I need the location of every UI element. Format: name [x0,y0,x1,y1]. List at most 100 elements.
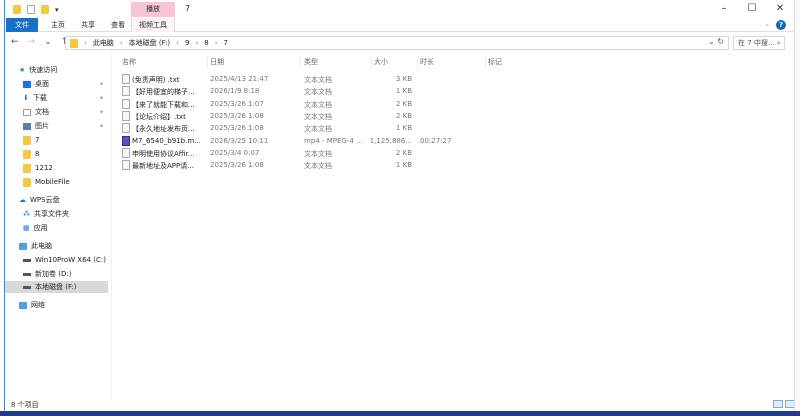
pictures-icon [23,122,31,130]
file-size: 2 KB [395,148,412,157]
column-type[interactable]: 类型 [304,57,372,69]
contextual-tab-play: 播放 [131,2,175,17]
pin-icon[interactable]: ✦ [99,81,104,88]
sidebar-item-folder-1212[interactable]: 1212 [5,162,108,174]
help-icon[interactable]: ? [776,20,786,30]
file-type: 文本文档 [304,112,332,121]
column-date[interactable]: 日期 [210,57,300,69]
file-date: 2025/4/13 21:47 [210,75,269,83]
sidebar-item-label: 1212 [35,164,53,172]
file-size: 1 KB [395,161,412,170]
sidebar-item-desktop[interactable]: 桌面 ✦ [5,78,108,90]
breadcrumb-separator: › [195,39,199,47]
text-file-icon [122,123,130,134]
file-type: 文本文档 [304,149,332,158]
forward-button[interactable]: → [28,37,36,47]
sidebar-item-this-pc[interactable]: 此电脑 [5,240,108,252]
sidebar-item-folder-8[interactable]: 8 [5,148,108,160]
sidebar-item-folder-7[interactable]: 7 [5,134,108,146]
drive-icon [23,258,31,262]
sidebar-item-drive-d[interactable]: 新加卷 (D:) [5,268,108,280]
minimize-button[interactable]: – [710,0,738,18]
sidebar-item-drive-c[interactable]: Win10ProW X64 (C:) [5,254,108,266]
sidebar-item-network[interactable]: 网络 [5,299,108,311]
sidebar-item-quick-access[interactable]: ★ 快速访问 [19,64,109,76]
file-type: 文本文档 [304,125,332,134]
file-date: 2025/3/26 1:08 [210,124,264,133]
search-input[interactable]: 在 7 中搜... ⌕ [733,36,785,50]
sidebar-item-downloads[interactable]: ⬇ 下载 ✦ [5,92,108,104]
file-row[interactable]: M7_6540_b91b.m... 2026/3/25 10:11 mp4 - … [118,135,451,147]
customize-toolbar-icon[interactable]: ▾ [55,6,59,14]
file-name: M7_6540_b91b.m... [132,136,201,145]
recent-locations-button[interactable]: ⌄ [44,37,52,47]
tab-home[interactable]: 主页 [43,18,73,32]
sidebar-item-label: 文档 [35,108,49,116]
new-folder-icon[interactable] [41,5,49,14]
breadcrumb-this-pc[interactable]: 此电脑 [93,38,114,48]
tab-share[interactable]: 共享 [73,18,103,32]
details-view-button[interactable] [773,400,783,408]
file-row[interactable]: 【来了就能下载和... 2025/3/26 1:07 文本文档 2 KB [118,98,418,110]
close-button[interactable]: ✕ [766,0,794,18]
breadcrumb-drive-f[interactable]: 本地磁盘 (F:) [129,38,171,48]
file-type: 文本文档 [304,76,332,84]
tab-video-tools[interactable]: 视频工具 [131,18,175,32]
sidebar-item-wps-cloud[interactable]: ☁ WPS云盘 [5,194,108,206]
folder-icon [23,135,31,145]
file-row[interactable]: 申明使用协议Affir... 2025/3/4 0:07 文本文档 2 KB [118,147,418,159]
address-bar[interactable]: › 此电脑 › 本地磁盘 (F:) › 9 › 8 › 7 ⌄ ↻ [65,36,729,50]
pin-icon[interactable]: ✦ [99,123,104,130]
address-dropdown-icon[interactable]: ⌄ [708,37,715,46]
pin-icon[interactable]: ✦ [99,109,104,116]
refresh-button[interactable]: ↻ [717,37,724,46]
file-row[interactable]: 【永久地址发布页... 2025/3/26 1:08 文本文档 1 KB [118,123,418,134]
back-button[interactable]: ← [11,37,19,47]
video-file-icon [122,135,130,146]
breadcrumb-separator: › [119,39,123,47]
desktop-icon [23,80,31,88]
column-headers: 名称 日期 类型 大小 时长 标记 [112,54,794,69]
column-name[interactable]: 名称 [122,57,208,69]
file-row[interactable]: 最新地址及APP请... 2025/3/26 1:08 文本文档 1 KB [118,160,418,171]
file-type: 文本文档 [304,162,332,171]
file-date: 2025/3/26 1:08 [210,111,264,120]
pin-icon[interactable]: ✦ [99,95,104,102]
column-size[interactable]: 大小 [374,57,418,69]
breadcrumb-8[interactable]: 8 [204,39,208,47]
folder-icon [23,149,31,159]
sidebar-item-drive-f[interactable]: 本地磁盘 (F:) [5,281,108,293]
folder-icon [70,38,78,48]
network-icon [19,301,27,309]
sidebar-item-label: 7 [35,136,40,144]
expand-ribbon-icon[interactable]: ⌄ [764,20,770,28]
sidebar-item-documents[interactable]: 文档 ✦ [5,106,108,118]
file-row[interactable]: 【论坛介绍】.txt 2025/3/26 1:08 文本文档 2 KB [118,110,418,122]
file-name: 【永久地址发布页... [132,125,195,134]
breadcrumb-9[interactable]: 9 [185,39,189,47]
tab-view[interactable]: 查看 [103,18,133,32]
file-size: 1 KB [395,87,412,96]
properties-icon[interactable] [27,5,35,14]
file-size: 1 KB [395,124,412,133]
file-type: 文本文档 [304,88,332,97]
breadcrumb-separator: › [84,39,87,47]
tab-file[interactable]: 文件 [6,18,38,32]
sidebar-item-label: 快速访问 [29,66,58,74]
column-duration[interactable]: 时长 [420,57,486,69]
breadcrumb-7[interactable]: 7 [224,39,228,47]
sidebar-item-label: MobileFile [35,178,70,186]
sidebar-item-mobilefile[interactable]: MobileFile [5,176,108,188]
column-tags[interactable]: 标记 [488,57,548,69]
ribbon-tabs: 文件 主页 共享 查看 视频工具 ⌄ ? [5,18,794,32]
file-row[interactable]: 【好用便宜的梯子... 2026/1/9 8:18 文本文档 1 KB [118,86,418,97]
drive-icon [23,285,31,289]
sidebar-item-label: 共享文件夹 [34,210,69,218]
sidebar-item-shared-folder[interactable]: ⁂ 共享文件夹 [5,208,108,220]
text-file-icon [122,147,130,158]
maximize-button[interactable]: ☐ [738,0,766,18]
sidebar-item-apps[interactable]: ▦ 应用 [5,222,108,234]
file-row[interactable]: (免责声明) .txt 2025/4/13 21:47 文本文档 3 KB [118,74,418,85]
title-bar: ▾ 播放 7 – ☐ ✕ [5,0,794,20]
sidebar-item-pictures[interactable]: 图片 ✦ [5,120,108,132]
